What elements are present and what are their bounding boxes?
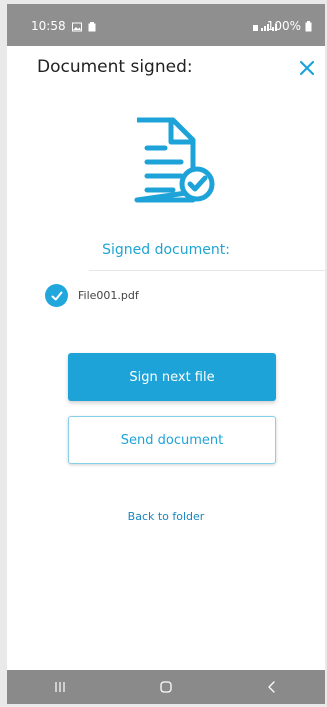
home-icon[interactable]: [154, 677, 178, 697]
battery-icon: [305, 21, 315, 32]
back-icon[interactable]: [260, 677, 284, 697]
signed-file-item[interactable]: File001.pdf: [45, 284, 139, 307]
battery-level: 100%: [266, 19, 301, 33]
signal-icon: [252, 21, 277, 31]
send-document-button[interactable]: Send document: [68, 416, 276, 464]
close-button[interactable]: [297, 58, 317, 78]
page-title: Document signed:: [37, 57, 193, 77]
clipboard-icon: [88, 21, 98, 32]
close-icon: [299, 60, 315, 76]
divider: [89, 270, 325, 271]
status-bar: 10:58 100%: [7, 4, 325, 46]
signed-document-label: Signed document:: [102, 242, 230, 258]
recent-apps-icon[interactable]: [48, 677, 72, 697]
status-left: 10:58: [31, 19, 98, 33]
status-right: 100%: [252, 19, 315, 33]
file-name: File001.pdf: [78, 289, 139, 302]
sign-next-file-button[interactable]: Sign next file: [68, 353, 276, 401]
sign-next-file-label: Sign next file: [129, 369, 215, 385]
send-document-label: Send document: [120, 432, 224, 448]
back-to-folder-link[interactable]: Back to folder: [7, 510, 325, 523]
status-time: 10:58: [31, 19, 66, 33]
image-icon: [71, 21, 82, 32]
android-nav-bar: [7, 670, 325, 704]
check-icon: [45, 284, 68, 307]
app-screen: 10:58 100% Document signed: Signed docum…: [7, 4, 325, 704]
signed-document-icon: [125, 112, 215, 208]
